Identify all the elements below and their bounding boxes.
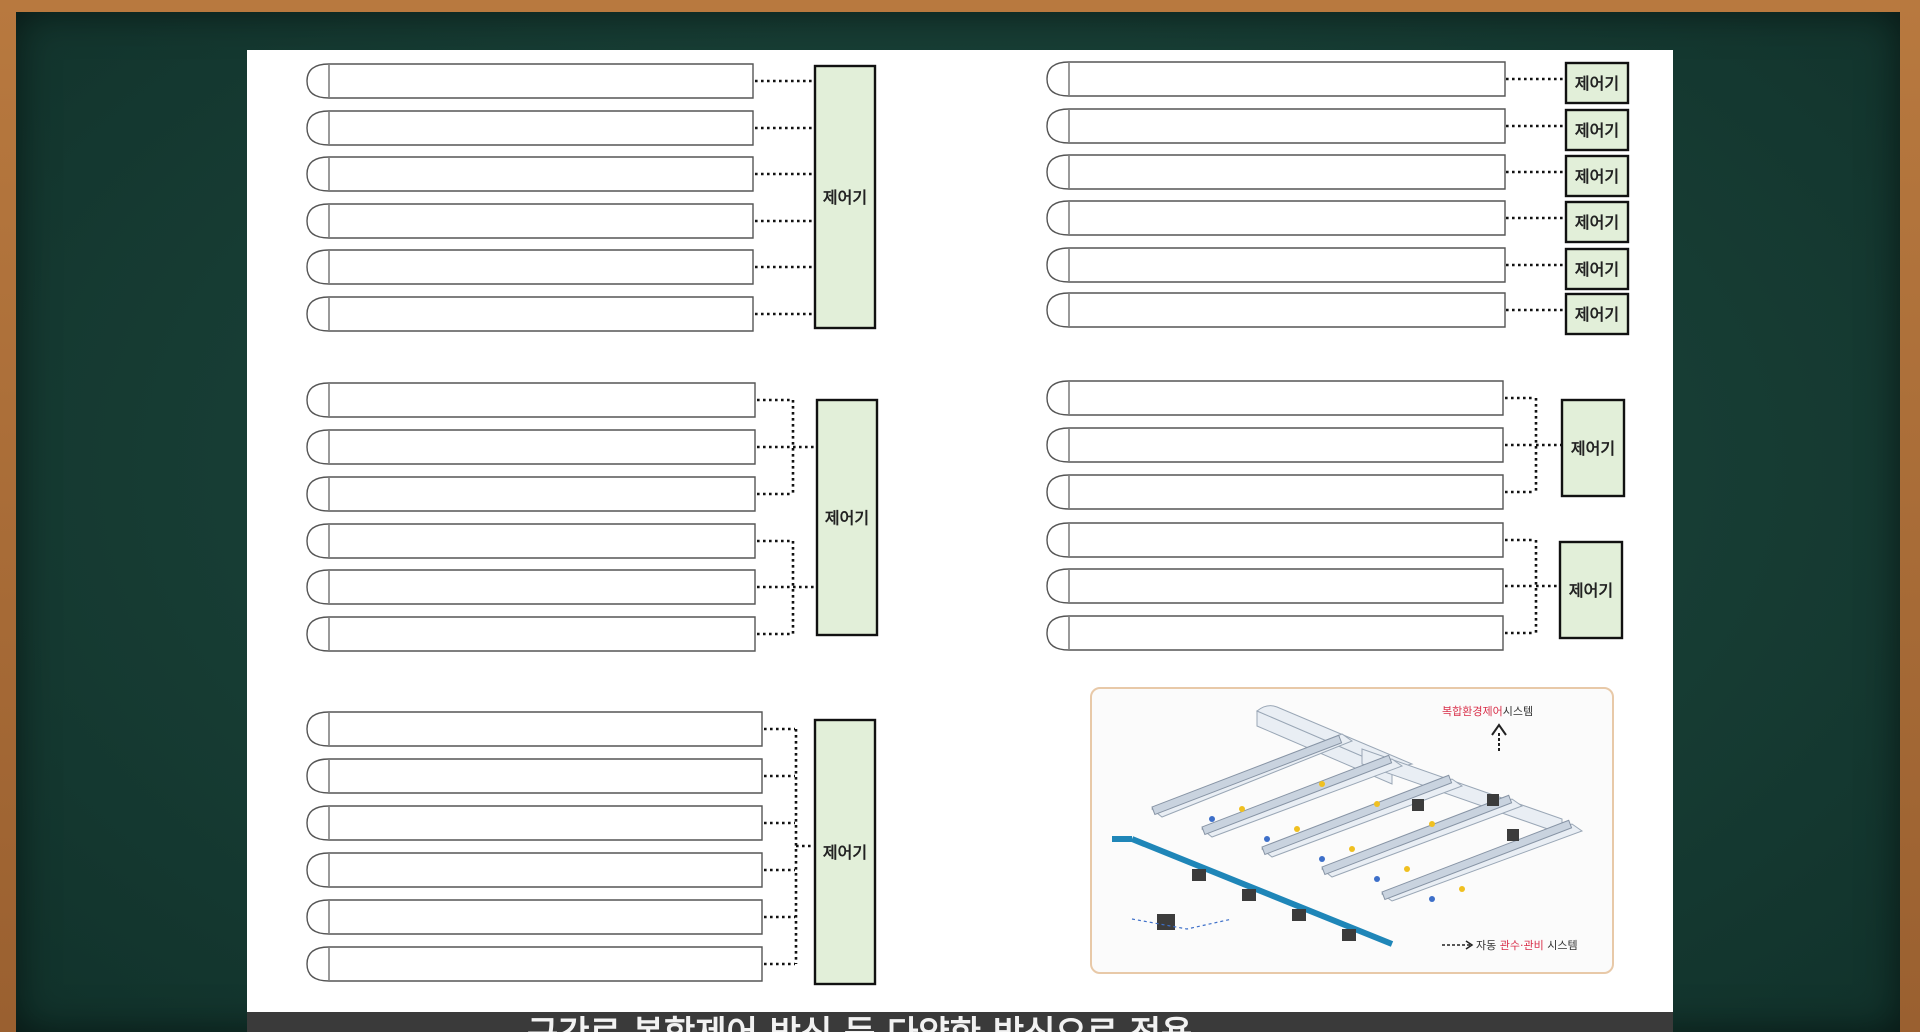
diagram-sheet: 제어기 제어기 제어기 제어기 제어기 제어기 제어기 제어기 제어기 제어기 제어기 (247, 50, 1673, 1032)
tube-group-a-2 (306, 110, 754, 146)
controller-group-d-1-label: 제어기 (1571, 439, 1615, 458)
bottom-system-label-highlight: 관수·관비 (1499, 939, 1544, 952)
tube-group-e-3 (306, 805, 763, 841)
tube-group-d-3 (1046, 474, 1504, 510)
tube-group-a-4 (306, 203, 754, 239)
tube-group-b-6 (1046, 292, 1506, 328)
tube-group-d-6 (1046, 615, 1504, 651)
slide-caption: 구간로 복합제어 방식 등 다양한 방식으로 적용 (527, 1012, 1192, 1032)
controller-group-d-2-label: 제어기 (1569, 581, 1613, 600)
tube-group-d-2 (1046, 427, 1504, 463)
tube-group-c-1 (306, 382, 756, 418)
tube-group-e-1 (306, 711, 763, 747)
tube-group-b-4 (1046, 200, 1506, 236)
controller-group-b-2-label: 제어기 (1575, 121, 1619, 140)
tube-group-e-6 (306, 946, 763, 982)
tube-group-c-3 (306, 476, 756, 512)
tube-group-e-2 (306, 758, 763, 794)
caption-bar: 구간로 복합제어 방식 등 다양한 방식으로 적용 (247, 1012, 1673, 1032)
tube-group-b-1 (1046, 61, 1506, 97)
tube-group-a-5 (306, 249, 754, 285)
controller-group-b-4-label: 제어기 (1575, 213, 1619, 232)
controller-group-b-3-label: 제어기 (1575, 167, 1619, 186)
tube-group-d-1 (1046, 380, 1504, 416)
controller-group-c-label: 제어기 (825, 509, 869, 528)
bottom-system-label-suffix: 시스템 (1543, 939, 1578, 952)
system-illustration: 복합환경제어시스템 자동 관수·관비 시스템 (1090, 687, 1614, 974)
tube-group-c-4 (306, 523, 756, 559)
controller-group-a-label: 제어기 (823, 188, 867, 207)
tube-group-e-4 (306, 852, 763, 888)
top-system-label-prefix: 복합환경제어 (1442, 705, 1503, 718)
tube-group-c-5 (306, 569, 756, 605)
controller-group-b-1-label: 제어기 (1575, 74, 1619, 93)
greenhouse-illustration (1112, 705, 1584, 950)
controller-group-e-label: 제어기 (823, 843, 867, 862)
tube-group-c-2 (306, 429, 756, 465)
tube-group-a-6 (306, 296, 754, 332)
tube-group-b-3 (1046, 154, 1506, 190)
controller-group-b-5-label: 제어기 (1575, 260, 1619, 279)
top-system-label-suffix: 시스템 (1502, 705, 1534, 718)
tube-group-b-2 (1046, 108, 1506, 144)
tube-group-e-5 (306, 899, 763, 935)
tube-group-a-1 (306, 63, 754, 99)
tube-group-d-5 (1046, 568, 1504, 604)
bottom-system-label: 자동 관수·관비 시스템 (1476, 937, 1578, 953)
tube-group-a-3 (306, 156, 754, 192)
top-system-label: 복합환경제어시스템 (1442, 703, 1533, 719)
bottom-system-label-prefix: 자동 (1476, 939, 1500, 952)
tube-group-b-5 (1046, 247, 1506, 283)
controller-group-b-6-label: 제어기 (1575, 305, 1619, 324)
tube-group-d-4 (1046, 522, 1504, 558)
tube-group-c-6 (306, 616, 756, 652)
